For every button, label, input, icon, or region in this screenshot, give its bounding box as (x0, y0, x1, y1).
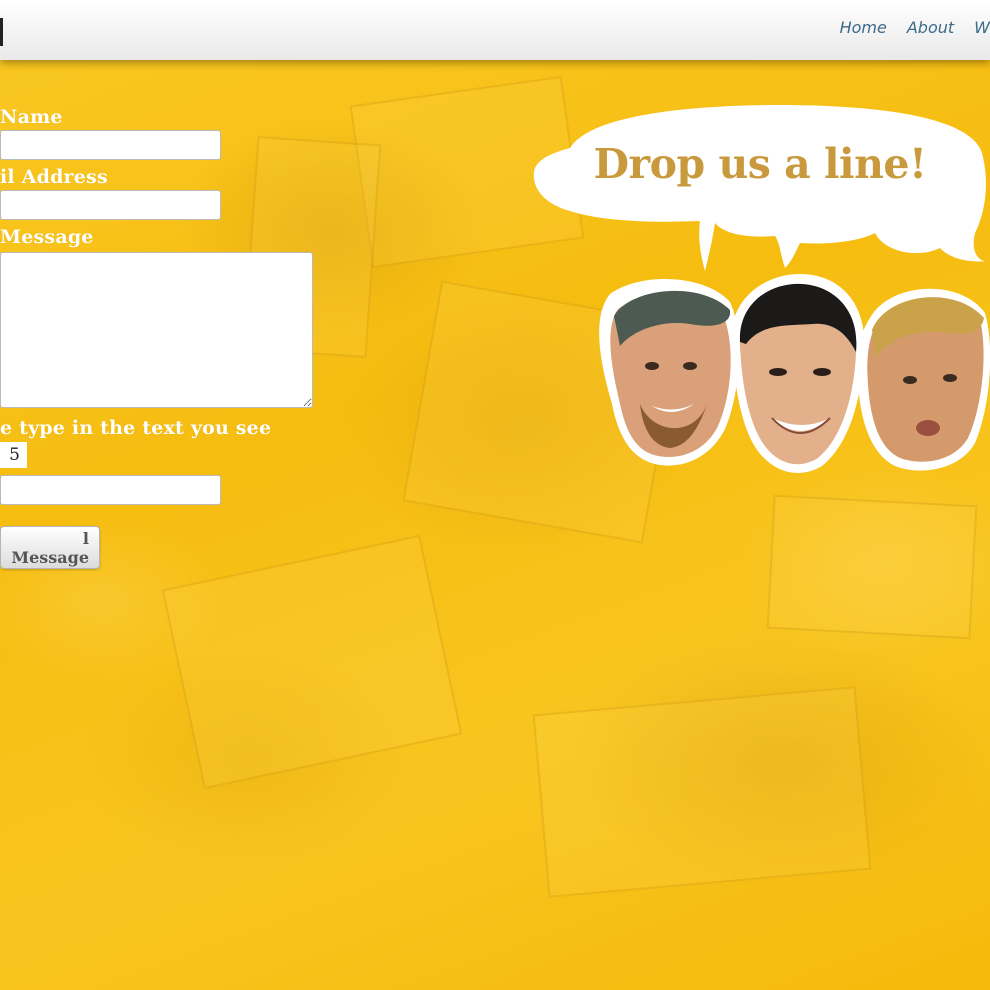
send-message-button[interactable]: l Message (0, 526, 100, 569)
main-nav: Home About W (840, 18, 990, 37)
bg-box (766, 494, 978, 640)
captcha-label: e type in the text you see (0, 417, 272, 439)
face-3-avatar (857, 288, 990, 471)
bubble-shape (533, 105, 988, 271)
bg-box (532, 686, 872, 898)
nav-link-third[interactable]: W (974, 18, 990, 37)
nav-link-about[interactable]: About (907, 18, 954, 37)
top-navbar: Home About W (0, 0, 990, 60)
message-textarea[interactable] (0, 252, 313, 408)
captcha-image: 5 (0, 442, 27, 468)
name-input[interactable] (0, 130, 221, 160)
captcha-text: 5 (9, 445, 20, 465)
nav-link-home[interactable]: Home (840, 18, 887, 37)
brand-logo (0, 18, 3, 46)
email-label: il Address (0, 166, 108, 188)
message-label: Message (0, 226, 94, 248)
captcha-input[interactable] (0, 475, 221, 505)
bg-box (161, 534, 463, 790)
email-input[interactable] (0, 190, 221, 220)
name-label: Name (0, 106, 63, 128)
bubble-title: Drop us a line! (593, 140, 928, 188)
speech-bubble (533, 105, 988, 271)
